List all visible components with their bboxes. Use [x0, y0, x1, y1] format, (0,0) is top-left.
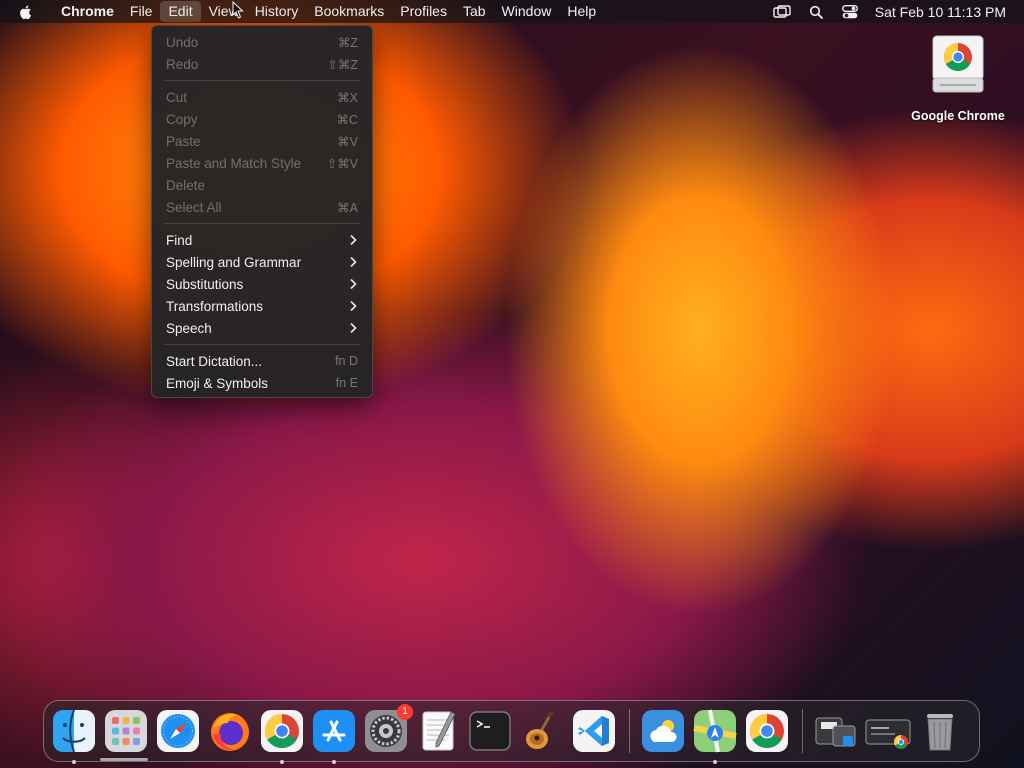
shortcut-label: ⌘A	[337, 200, 358, 215]
terminal-icon	[469, 711, 511, 751]
running-indicator	[72, 760, 76, 764]
chrome-installer-disk-icon	[932, 35, 984, 93]
running-indicator	[713, 760, 717, 764]
menu-bar-clock[interactable]: Sat Feb 10 11:13 PM	[875, 4, 1006, 20]
firefox-icon	[211, 713, 249, 751]
dock-google-chrome-recent[interactable]	[744, 708, 790, 754]
menu-separator	[164, 344, 360, 345]
dock-trash[interactable]	[917, 708, 963, 754]
menu-separator	[164, 223, 360, 224]
finder-icon	[53, 709, 95, 753]
menu-item-spelling-grammar[interactable]: Spelling and Grammar	[152, 251, 372, 273]
menu-file[interactable]: File	[122, 0, 161, 23]
menu-help[interactable]: Help	[559, 0, 604, 23]
menu-item-transformations[interactable]: Transformations	[152, 295, 372, 317]
shortcut-label: ⌘X	[337, 90, 358, 105]
shortcut-label: ⇧⌘Z	[327, 57, 358, 72]
apple-logo-icon[interactable]	[18, 4, 34, 20]
screen-mirroring-icon[interactable]	[773, 4, 791, 20]
dock-firefox[interactable]	[207, 708, 253, 754]
chevron-right-icon	[350, 322, 357, 334]
dock-textedit[interactable]	[415, 708, 461, 754]
menu-item-find[interactable]: Find	[152, 229, 372, 251]
menu-profiles[interactable]: Profiles	[392, 0, 455, 23]
dock-launchpad[interactable]	[103, 708, 149, 754]
edit-menu-dropdown: Undo ⌘Z Redo ⇧⌘Z Cut ⌘X Copy ⌘C Paste ⌘V Past…	[151, 25, 373, 398]
dock: 1	[43, 700, 980, 764]
trash-icon	[927, 714, 953, 751]
dock-divider	[802, 709, 803, 753]
dock-system-settings[interactable]: 1	[363, 704, 413, 754]
dock-google-chrome[interactable]	[259, 708, 305, 764]
app-store-icon	[313, 710, 355, 752]
chevron-right-icon	[350, 256, 357, 268]
menu-bar: Chrome File Edit View History Bookmarks …	[0, 0, 1024, 23]
menu-window[interactable]: Window	[494, 0, 560, 23]
dock-divider	[629, 709, 630, 753]
menu-item-undo[interactable]: Undo ⌘Z	[152, 31, 372, 53]
downloads-stack-icon	[865, 719, 911, 749]
menu-item-delete[interactable]: Delete	[152, 174, 372, 196]
menu-edit[interactable]: Edit	[160, 1, 201, 22]
menu-item-speech[interactable]: Speech	[152, 317, 372, 339]
textedit-icon	[422, 711, 456, 751]
dock-vscode[interactable]	[571, 708, 617, 754]
menu-separator	[164, 80, 360, 81]
garageband-icon	[526, 711, 554, 749]
dock-terminal[interactable]	[467, 708, 513, 754]
shortcut-label: ⌘C	[336, 112, 358, 127]
chevron-right-icon	[350, 278, 357, 290]
mouse-cursor-icon	[232, 1, 244, 19]
weather-icon	[642, 710, 684, 752]
running-indicator	[332, 760, 336, 764]
menu-tab[interactable]: Tab	[455, 0, 494, 23]
menu-item-cut[interactable]: Cut ⌘X	[152, 86, 372, 108]
control-center-icon[interactable]	[841, 4, 859, 20]
shortcut-label: fn E	[335, 376, 358, 390]
status-area: Sat Feb 10 11:13 PM	[765, 0, 1024, 23]
menu-item-select-all[interactable]: Select All ⌘A	[152, 196, 372, 218]
dock-downloads-stack[interactable]	[865, 708, 911, 754]
chrome-icon	[261, 710, 303, 752]
dock-safari[interactable]	[155, 708, 201, 754]
dock-finder[interactable]	[51, 708, 97, 764]
dock-applications-stack[interactable]	[813, 708, 859, 754]
menu-app-chrome[interactable]: Chrome	[53, 0, 122, 23]
menu-bookmarks[interactable]: Bookmarks	[306, 0, 392, 23]
menu-item-substitutions[interactable]: Substitutions	[152, 273, 372, 295]
menu-history[interactable]: History	[247, 0, 307, 23]
dock-garageband[interactable]	[519, 708, 565, 754]
dock-weather[interactable]	[640, 708, 686, 754]
menu-item-redo[interactable]: Redo ⇧⌘Z	[152, 53, 372, 75]
menu-item-paste-match-style[interactable]: Paste and Match Style ⇧⌘V	[152, 152, 372, 174]
maps-icon	[693, 709, 737, 753]
running-indicator	[280, 760, 284, 764]
menu-item-copy[interactable]: Copy ⌘C	[152, 108, 372, 130]
chevron-right-icon	[350, 234, 357, 246]
dock-app-store[interactable]	[311, 708, 357, 764]
chrome-icon	[746, 710, 788, 752]
safari-icon	[157, 710, 199, 752]
launchpad-indicator	[100, 758, 148, 761]
spotlight-search-icon[interactable]	[807, 4, 825, 20]
menu-item-start-dictation[interactable]: Start Dictation... fn D	[152, 350, 372, 372]
shortcut-label: fn D	[335, 354, 358, 368]
launchpad-icon	[105, 710, 147, 752]
shortcut-label: ⇧⌘V	[326, 156, 358, 171]
desktop-icon-google-chrome[interactable]: Google Chrome	[908, 34, 1008, 123]
folder-stack-icon	[815, 717, 856, 747]
chevron-right-icon	[350, 300, 357, 312]
desktop-icon-label: Google Chrome	[911, 109, 1005, 123]
vscode-icon	[573, 710, 615, 752]
notification-badge: 1	[397, 704, 413, 720]
menu-item-emoji-symbols[interactable]: Emoji & Symbols fn E	[152, 372, 372, 394]
dock-maps[interactable]	[692, 708, 738, 764]
shortcut-label: ⌘Z	[337, 35, 358, 50]
menu-item-paste[interactable]: Paste ⌘V	[152, 130, 372, 152]
shortcut-label: ⌘V	[337, 134, 358, 149]
